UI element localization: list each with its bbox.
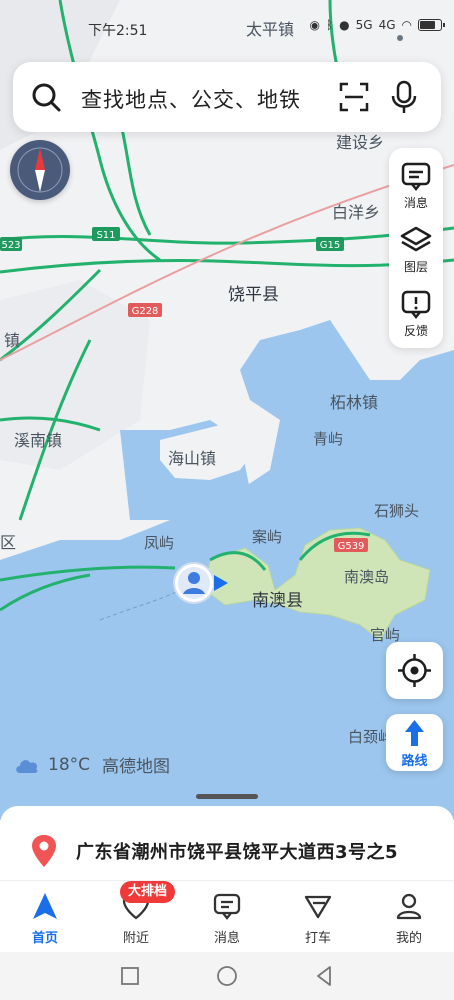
microphone-icon[interactable] <box>389 80 419 114</box>
compass-icon <box>17 147 63 193</box>
weather-widget[interactable]: 18°C 高德地图 <box>14 752 170 777</box>
status-icons: ◉ ᛒ ● 5G 4G ◠ <box>309 18 445 32</box>
road-shield-g15: G15 <box>316 237 344 251</box>
road-shield-g228: G228 <box>128 303 162 317</box>
battery-fill <box>420 21 435 29</box>
profile-icon <box>396 893 422 920</box>
wifi-icon: ◠ <box>401 18 412 32</box>
temperature-text: 18°C <box>48 754 91 775</box>
map-tool-panel: 消息 图层 反馈 <box>389 148 443 348</box>
nav-profile[interactable]: 我的 <box>364 881 454 951</box>
place-label: 白洋乡 <box>332 203 380 222</box>
nav-profile-label: 我的 <box>395 931 422 946</box>
place-label: 建设乡 <box>336 133 384 152</box>
map-logo-text: 高德地图 <box>102 757 171 777</box>
compass-button[interactable] <box>10 140 70 200</box>
route-button-label: 路线 <box>401 754 428 769</box>
road-shield-s11: S11 <box>92 227 120 241</box>
locate-me-button[interactable] <box>386 642 443 699</box>
signal-4g-icon: 4G <box>378 18 396 32</box>
taxi-icon <box>304 895 332 919</box>
battery-icon <box>418 19 445 31</box>
nav-messages-label: 消息 <box>213 931 240 946</box>
search-icon <box>32 83 61 112</box>
layers-icon <box>400 226 432 252</box>
current-location-row[interactable]: 广东省潮州市饶平县饶平大道西3号之5 <box>0 822 454 878</box>
status-time: 下午2:51 <box>88 23 148 39</box>
layers-tool-label: 图层 <box>403 260 428 274</box>
place-label: 凤屿 <box>144 534 174 552</box>
signal-5g-icon: 5G <box>355 18 373 32</box>
route-button[interactable]: 路线 <box>386 714 443 771</box>
search-bar[interactable]: 查找地点、公交、地铁 <box>13 62 441 132</box>
current-address: 广东省潮州市饶平县饶平大道西3号之5 <box>76 842 399 863</box>
crosshair-icon <box>398 654 431 687</box>
place-label: 饶平县 <box>228 285 279 305</box>
place-label: 案屿 <box>252 528 282 546</box>
shield-text: G539 <box>338 541 365 552</box>
place-label: 镇 <box>4 331 20 350</box>
place-label: 区 <box>0 533 16 552</box>
feedback-tool-button[interactable]: 反馈 <box>389 280 443 344</box>
place-label: 石狮头 <box>374 502 419 520</box>
nav-taxi-label: 打车 <box>304 931 331 946</box>
messages-tool-button[interactable]: 消息 <box>389 152 443 216</box>
route-arrow-icon <box>405 720 424 746</box>
bottom-navigation: 首页 附近 消息 打车 我的 <box>0 880 454 950</box>
place-label: 海山镇 <box>168 449 216 468</box>
feedback-tool-label: 反馈 <box>403 324 428 338</box>
place-label: 南澳岛 <box>344 568 389 586</box>
back-triangle-icon[interactable] <box>312 964 336 988</box>
nav-messages[interactable]: 消息 <box>182 881 272 951</box>
place-label: 柘林镇 <box>330 393 378 412</box>
cloud-icon <box>16 759 38 773</box>
feedback-icon <box>401 290 431 320</box>
location-pin-icon <box>32 835 56 867</box>
nav-home-label: 首页 <box>31 931 58 946</box>
location-icon: ● <box>339 18 350 32</box>
nav-home[interactable]: 首页 <box>0 881 90 951</box>
road-shield-g523: 523 <box>0 237 22 251</box>
eye-icon: ◉ <box>309 18 320 32</box>
search-placeholder[interactable]: 查找地点、公交、地铁 <box>81 84 301 114</box>
place-label: 青屿 <box>313 430 343 448</box>
road-shield-g539: G539 <box>334 538 368 552</box>
shield-text: S11 <box>96 230 115 241</box>
messages-tool-label: 消息 <box>403 196 428 210</box>
recent-apps-icon[interactable] <box>118 964 142 988</box>
status-bar: 下午2:51 ◉ ᛒ ● 5G 4G ◠ <box>0 16 454 42</box>
shield-text: G15 <box>320 240 340 251</box>
layers-tool-button[interactable]: 图层 <box>389 216 443 280</box>
place-label: 南澳县 <box>252 591 303 611</box>
shield-text: 523 <box>1 240 20 251</box>
shield-text: G228 <box>132 306 159 317</box>
home-circle-icon[interactable] <box>215 964 239 988</box>
bluetooth-icon: ᛒ <box>325 18 334 32</box>
nav-taxi[interactable]: 打车 <box>273 881 363 951</box>
home-arrow-icon <box>33 893 57 919</box>
message-icon <box>401 162 431 192</box>
sheet-drag-handle[interactable] <box>196 794 258 799</box>
message-icon <box>213 893 241 920</box>
scan-icon[interactable] <box>339 82 369 112</box>
system-navigation-bar <box>0 952 454 1000</box>
place-label: 溪南镇 <box>14 431 62 450</box>
nearby-promo-badge: 大排档 <box>120 881 176 903</box>
nav-nearby-label: 附近 <box>122 931 149 946</box>
